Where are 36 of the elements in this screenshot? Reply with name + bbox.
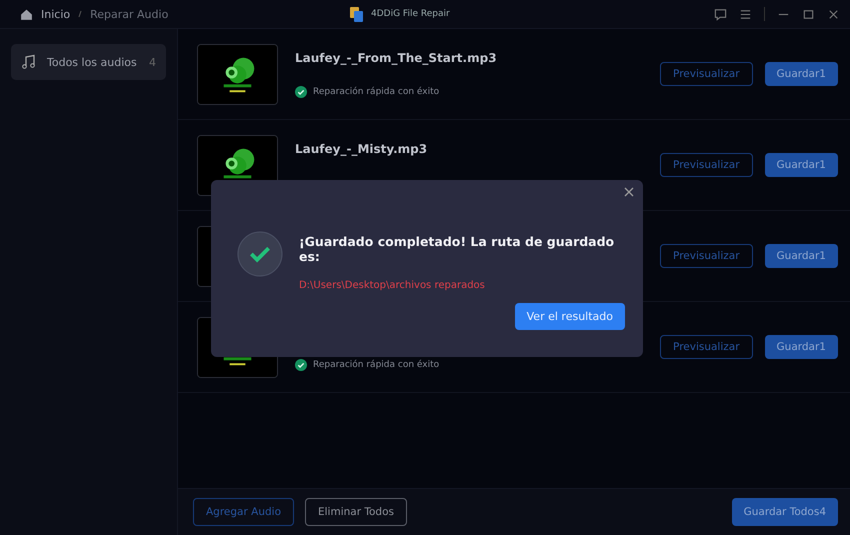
success-check-icon [237, 230, 283, 278]
app-logo-icon [350, 6, 363, 22]
window-title: 4DDiG File Repair [371, 9, 450, 19]
status-text: Reparación rápida con éxito [313, 87, 440, 97]
breadcrumb-link[interactable]: Inicio [41, 8, 70, 20]
preview-button[interactable]: Previsualizar [660, 244, 753, 268]
menu-icon[interactable] [739, 8, 752, 20]
dialog-title: ¡Guardado completado! La ruta de guardado es: [298, 234, 616, 264]
file-name: Laufey_-_Misty.mp3 [295, 142, 428, 156]
breadcrumb-link[interactable]: Reparar Audio [90, 8, 168, 20]
add-audio-button[interactable]: Agregar Audio [193, 498, 294, 526]
music-note-icon [21, 54, 37, 70]
save-button[interactable]: Guardar1 [764, 62, 838, 86]
separator-icon [78, 9, 82, 19]
success-icon [295, 86, 307, 98]
save-button[interactable]: Guardar1 [764, 335, 838, 359]
home-icon [20, 8, 33, 20]
view-result-button[interactable]: Ver el resultado [514, 303, 625, 330]
save-path: D:\Users\Desktop\archivos reparados [298, 280, 486, 291]
save-button[interactable]: Guardar1 [764, 153, 838, 177]
close-icon[interactable] [827, 8, 840, 20]
save-all-button[interactable]: Guardar Todos4 [732, 498, 838, 526]
maximize-icon[interactable] [802, 8, 815, 20]
save-button[interactable]: Guardar1 [764, 244, 838, 268]
preview-button[interactable]: Previsualizar [660, 153, 753, 177]
remove-all-button[interactable]: Eliminar Todos [305, 498, 407, 526]
close-icon[interactable] [623, 186, 635, 198]
preview-button[interactable]: Previsualizar [660, 62, 753, 86]
item-count: 4 [149, 56, 156, 68]
preview-button[interactable]: Previsualizar [660, 335, 753, 359]
status-text: Reparación rápida con éxito [313, 360, 440, 370]
file-name: Laufey_-_From_The_Start.mp3 [295, 51, 497, 65]
success-icon [295, 359, 307, 371]
feedback-icon[interactable] [714, 8, 727, 20]
sidebar-label: Todos los audios [47, 56, 137, 68]
sidebar-item[interactable]: Todos los audios 4 [11, 44, 166, 80]
